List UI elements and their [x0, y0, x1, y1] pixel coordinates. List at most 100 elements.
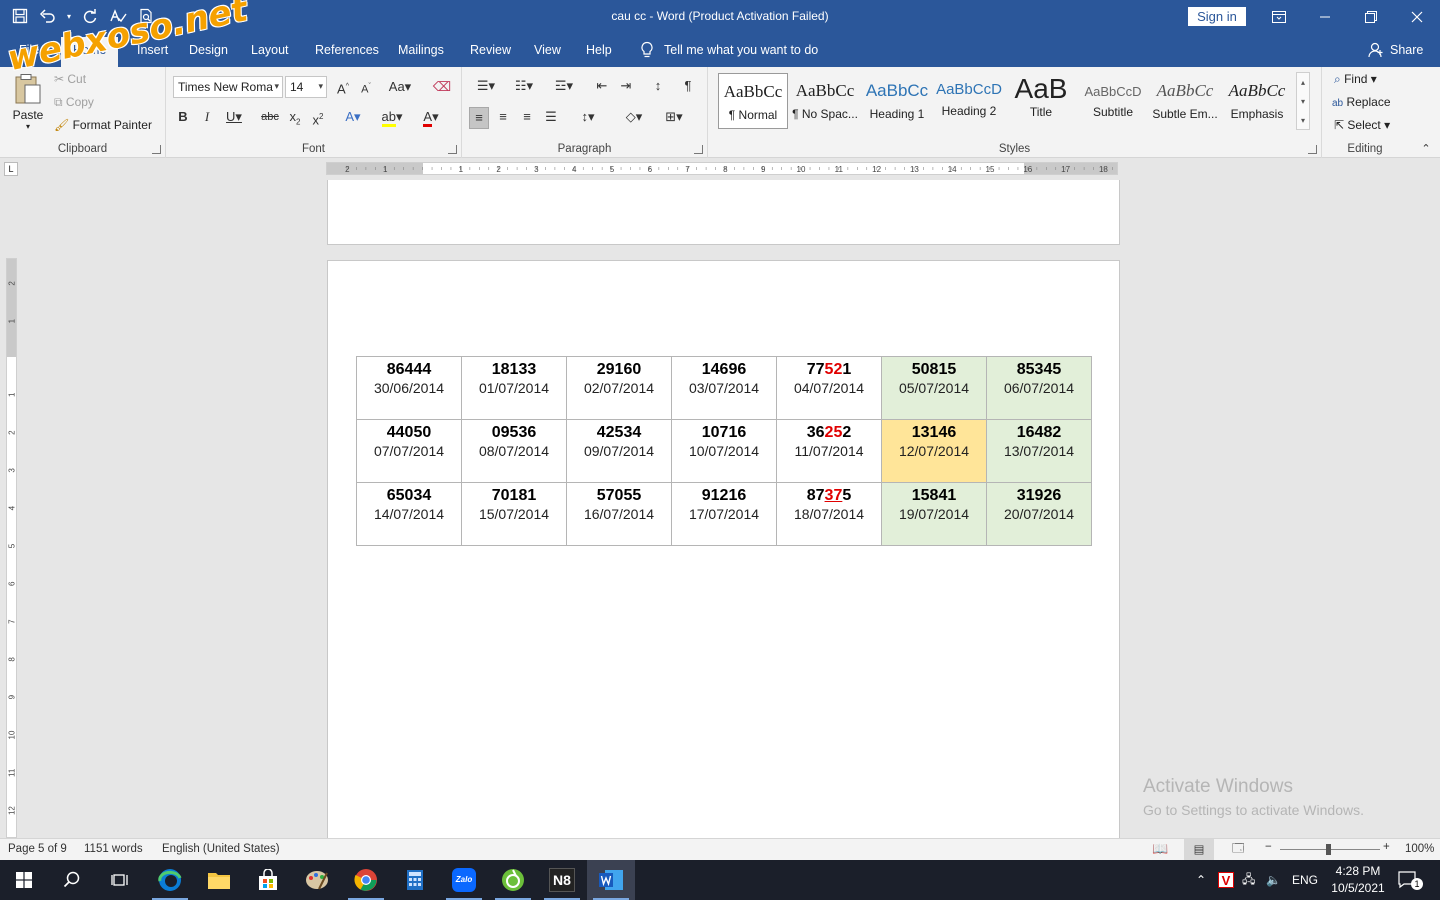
clear-formatting-icon[interactable]: ⌫: [432, 77, 452, 97]
font-name-combo[interactable]: Times New Roma ▾: [173, 76, 283, 98]
zoom-out-icon[interactable]: −: [1265, 841, 1272, 853]
strikethrough-icon[interactable]: abc: [260, 107, 280, 127]
tab-view[interactable]: View: [534, 43, 561, 57]
read-mode-icon[interactable]: 📖: [1152, 841, 1168, 857]
collapse-ribbon-icon[interactable]: ⌃: [1416, 139, 1436, 159]
result-cell[interactable]: 31926 20/07/2014: [986, 482, 1092, 546]
style-title[interactable]: AaB Title: [1006, 73, 1076, 129]
replace-button[interactable]: ab Replace: [1332, 95, 1391, 109]
clock[interactable]: 4:28 PM 10/5/2021: [1322, 863, 1394, 897]
show-hidden-icons[interactable]: ⌃: [1196, 860, 1206, 900]
result-cell[interactable]: 86444 30/06/2014: [356, 356, 462, 420]
style-emphasis[interactable]: AaBbCc Emphasis: [1222, 73, 1292, 129]
horizontal-ruler[interactable]: 2 1 1 2 3 4 5 6 7 8 9 10 11 12 13 14 15 16 17 18: [326, 162, 1118, 175]
clipboard-launcher-icon[interactable]: [152, 145, 161, 154]
taskbar-word[interactable]: [587, 860, 635, 900]
unikey-tray[interactable]: V: [1218, 860, 1234, 900]
restore-icon[interactable]: [1348, 0, 1394, 33]
numbering-icon[interactable]: ☷▾: [508, 76, 540, 96]
result-cell[interactable]: 65034 14/07/2014: [356, 482, 462, 546]
page-current[interactable]: 86444 30/06/2014 18133 01/07/2014 29160 02/07…: [327, 260, 1120, 840]
language-status[interactable]: English (United States): [162, 843, 280, 855]
align-center-icon[interactable]: ≡: [493, 107, 513, 127]
italic-icon[interactable]: I: [197, 107, 217, 127]
result-cell[interactable]: 57055 16/07/2014: [566, 482, 672, 546]
vertical-ruler[interactable]: 2 1 1 2 3 4 5 6 7 8 9 10 11 12: [6, 258, 17, 838]
increase-indent-icon[interactable]: ⇥: [616, 76, 636, 96]
find-button[interactable]: ⌕ Find ▾: [1334, 72, 1377, 87]
style-subtitle[interactable]: AaBbCcD Subtitle: [1078, 73, 1148, 129]
tab-selector-icon[interactable]: L: [4, 162, 18, 176]
font-size-combo[interactable]: 14 ▾: [285, 76, 327, 98]
grow-font-icon[interactable]: A^: [333, 77, 353, 99]
start-button[interactable]: [0, 860, 48, 900]
font-launcher-icon[interactable]: [448, 145, 457, 154]
show-formatting-icon[interactable]: ¶: [678, 76, 698, 96]
result-cell[interactable]: 14696 03/07/2014: [671, 356, 777, 420]
cut-button[interactable]: ✂ Cut: [54, 72, 86, 86]
change-case-icon[interactable]: Aa▾: [386, 77, 414, 97]
zoom-level[interactable]: 100%: [1405, 843, 1434, 855]
page-count[interactable]: Page 5 of 9: [8, 843, 67, 855]
print-layout-icon[interactable]: ▤: [1184, 839, 1214, 860]
result-cell[interactable]: 85345 06/07/2014: [986, 356, 1092, 420]
multilevel-list-icon[interactable]: ☲▾: [548, 76, 580, 96]
volume-tray[interactable]: 🔈: [1266, 860, 1281, 900]
result-cell[interactable]: 13146 12/07/2014: [881, 419, 987, 483]
result-cell[interactable]: 18133 01/07/2014: [461, 356, 567, 420]
styles-launcher-icon[interactable]: [1308, 145, 1317, 154]
result-cell[interactable]: 50815 05/07/2014: [881, 356, 987, 420]
underline-icon[interactable]: U▾: [221, 107, 247, 127]
result-cell[interactable]: 10716 10/07/2014: [671, 419, 777, 483]
align-left-icon[interactable]: ≡: [469, 107, 489, 129]
notifications-button[interactable]: 1: [1398, 860, 1423, 900]
style-heading-1[interactable]: AaBbCc Heading 1: [862, 73, 932, 129]
taskbar-zalo[interactable]: Zalo: [440, 860, 488, 900]
word-count[interactable]: 1151 words: [84, 843, 143, 855]
tab-references[interactable]: References: [315, 43, 379, 57]
sign-in-button[interactable]: Sign in: [1188, 7, 1246, 26]
result-cell[interactable]: 15841 19/07/2014: [881, 482, 987, 546]
taskbar-n8[interactable]: N8: [538, 860, 586, 900]
ribbon-display-options-icon[interactable]: [1256, 0, 1302, 33]
tab-review[interactable]: Review: [470, 43, 511, 57]
result-cell[interactable]: 44050 07/07/2014: [356, 419, 462, 483]
tab-design[interactable]: Design: [189, 43, 228, 57]
share-button[interactable]: Share: [1368, 42, 1423, 58]
bullets-icon[interactable]: ☰▾: [470, 76, 502, 96]
style-subtle-emphasis[interactable]: AaBbCc Subtle Em...: [1150, 73, 1220, 129]
taskbar-file-explorer[interactable]: [195, 860, 243, 900]
taskbar-coccoc[interactable]: [489, 860, 537, 900]
network-tray[interactable]: 🖧: [1242, 860, 1255, 900]
result-cell[interactable]: 16482 13/07/2014: [986, 419, 1092, 483]
styles-gallery-scroll[interactable]: ▴ ▾ ▾: [1296, 72, 1310, 130]
minimize-icon[interactable]: [1302, 0, 1348, 33]
result-cell[interactable]: 70181 15/07/2014: [461, 482, 567, 546]
zoom-slider-thumb[interactable]: [1326, 844, 1331, 855]
select-button[interactable]: ⇱ Select ▾: [1334, 118, 1390, 132]
superscript-icon[interactable]: x2: [308, 107, 328, 130]
tell-me-search[interactable]: Tell me what you want to do: [640, 41, 818, 59]
taskbar-calculator[interactable]: [391, 860, 439, 900]
style-heading-2[interactable]: AaBbCcD Heading 2: [934, 73, 1004, 129]
result-cell[interactable]: 09536 08/07/2014: [461, 419, 567, 483]
text-effects-icon[interactable]: A▾: [339, 107, 367, 127]
result-cell[interactable]: 36252 11/07/2014: [776, 419, 882, 483]
taskbar-store[interactable]: [244, 860, 292, 900]
style-no-spacing[interactable]: AaBbCc ¶ No Spac...: [790, 73, 860, 129]
paste-button[interactable]: Paste ▾: [8, 71, 48, 135]
result-cell[interactable]: 42534 09/07/2014: [566, 419, 672, 483]
zoom-in-icon[interactable]: +: [1383, 841, 1390, 853]
tab-help[interactable]: Help: [586, 43, 612, 57]
shading-icon[interactable]: ◇▾: [618, 107, 650, 127]
sort-icon[interactable]: ↕: [648, 76, 668, 96]
align-right-icon[interactable]: ≡: [517, 107, 537, 127]
result-cell[interactable]: 87375 18/07/2014: [776, 482, 882, 546]
line-spacing-icon[interactable]: ↕▾: [572, 107, 604, 127]
shrink-font-icon[interactable]: Aˇ: [356, 77, 376, 100]
result-cell[interactable]: 77521 04/07/2014: [776, 356, 882, 420]
paragraph-launcher-icon[interactable]: [694, 145, 703, 154]
close-icon[interactable]: [1394, 0, 1440, 33]
result-cell[interactable]: 91216 17/07/2014: [671, 482, 777, 546]
result-cell[interactable]: 29160 02/07/2014: [566, 356, 672, 420]
